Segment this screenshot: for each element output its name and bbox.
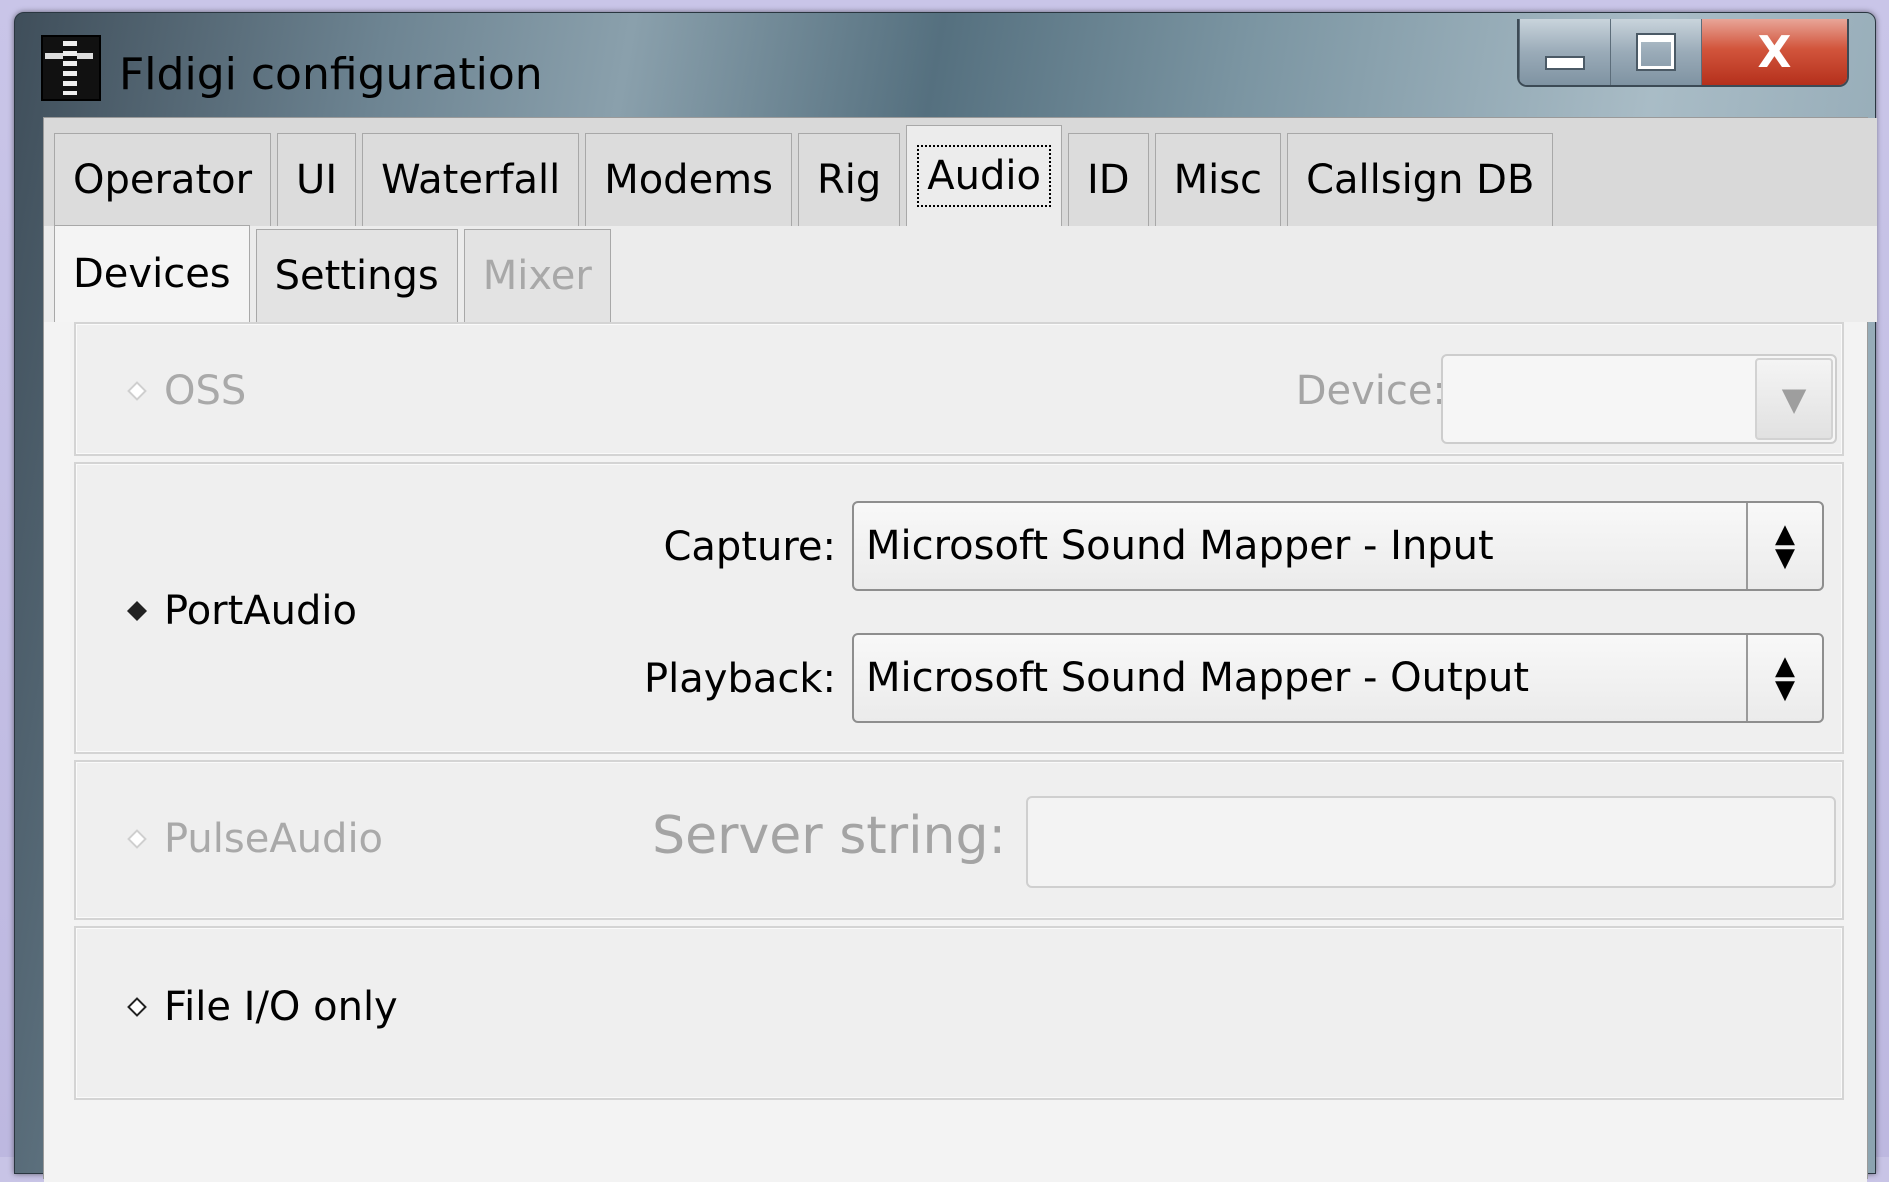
close-button[interactable]: X [1701,19,1847,85]
oss-device-select: ▼ [1441,354,1837,444]
audio-subtab-bar: Devices Settings Mixer [44,225,1877,322]
playback-label: Playback: [644,656,836,702]
subtab-devices[interactable]: Devices [54,225,250,322]
subtab-mixer: Mixer [463,229,611,322]
dropdown-arrow-icon: ▼ [1755,358,1833,440]
oss-group: OSS Device: ▼ [74,322,1844,456]
radio-indicator-icon [127,601,147,621]
tab-modems[interactable]: Modems [585,133,792,226]
pulseaudio-radio: PulseAudio [126,816,383,862]
spinner-arrows-icon: ▲ ▼ [1746,503,1822,589]
tab-ui[interactable]: UI [277,133,357,226]
capture-device-select[interactable]: Microsoft Sound Mapper - Input ▲ ▼ [852,501,1824,591]
oss-radio: OSS [126,368,246,414]
tab-misc[interactable]: Misc [1154,133,1282,226]
tab-callsign-db[interactable]: Callsign DB [1287,133,1554,226]
devices-panel: OSS Device: ▼ PortAudio Capture: Microso… [44,322,1867,1182]
window-title: Fldigi configuration [119,49,543,100]
tab-waterfall[interactable]: Waterfall [362,133,580,226]
maximize-button[interactable] [1610,19,1701,85]
dialog-client-area: Operator UI Waterfall Modems Rig Audio I… [43,117,1877,1182]
close-icon: X [1757,26,1792,78]
main-tab-bar: Operator UI Waterfall Modems Rig Audio I… [44,118,1877,226]
minimize-icon [1545,56,1585,70]
subtab-settings[interactable]: Settings [255,229,458,322]
fldigi-app-icon [41,35,101,101]
title-bar[interactable]: Fldigi configuration X [15,13,1875,115]
fileio-radio[interactable]: File I/O only [126,984,398,1030]
portaudio-group: PortAudio Capture: Microsoft Sound Mappe… [74,462,1844,754]
tab-operator[interactable]: Operator [54,133,272,226]
playback-device-select[interactable]: Microsoft Sound Mapper - Output ▲ ▼ [852,633,1824,723]
pulseaudio-group: PulseAudio Server string: [74,760,1844,920]
fileio-group: File I/O only [74,926,1844,1100]
server-string-input [1026,796,1836,888]
portaudio-radio[interactable]: PortAudio [126,588,357,634]
minimize-button[interactable] [1519,19,1610,85]
tab-id[interactable]: ID [1067,133,1149,226]
capture-label: Capture: [663,524,836,570]
radio-indicator-icon [127,381,147,401]
spinner-arrows-icon: ▲ ▼ [1746,635,1822,721]
config-window: Fldigi configuration X Operator UI Water… [14,12,1877,1182]
caption-buttons: X [1517,19,1849,87]
radio-indicator-icon [127,997,147,1017]
tab-rig[interactable]: Rig [797,133,901,226]
radio-indicator-icon [127,829,147,849]
tab-audio[interactable]: Audio [906,125,1062,226]
oss-device-label: Device: [1295,368,1446,414]
maximize-icon [1638,35,1674,69]
server-string-label: Server string: [652,806,1006,866]
